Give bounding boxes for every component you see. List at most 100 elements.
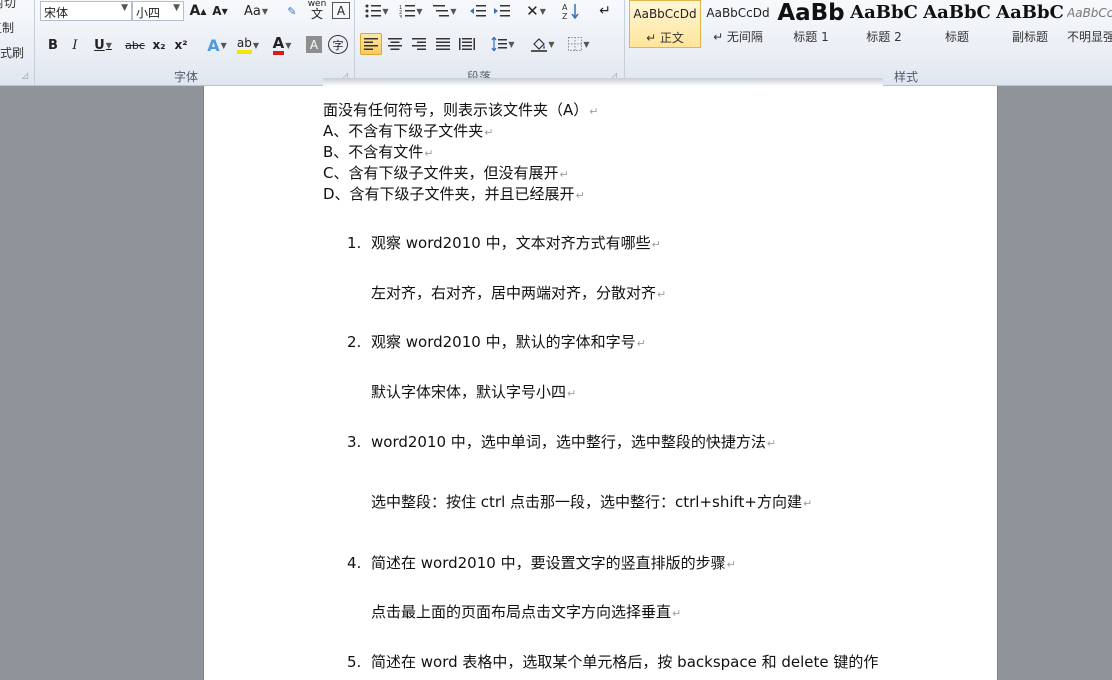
borders-icon (568, 37, 583, 51)
answer-text: 默认字体宋体，默认字号小四↵ (371, 383, 577, 401)
shading-button[interactable]: ▼ (528, 33, 558, 55)
style-preview: AaBbCcDd (633, 7, 697, 21)
question-text: 简述在 word 表格中，选取某个单元格后，按 backspace 和 dele… (371, 653, 879, 671)
text-line: 面没有任何符号，则表示该文件夹（A）↵ (323, 101, 599, 119)
change-case-button[interactable]: Aa ▼ (242, 0, 270, 22)
style-name: 标题 1 (793, 30, 829, 44)
chinese-layout-button[interactable]: ✕ ▼ (522, 0, 550, 22)
enclose-char-button[interactable]: 字 (328, 35, 348, 54)
sort-button[interactable]: AZ (560, 0, 582, 22)
bullets-button[interactable]: ▼ (362, 0, 392, 22)
grow-font-button[interactable]: A ▲ (188, 0, 208, 22)
style-subtle-emphasis[interactable]: AaBbCc 不明显强调 (1067, 0, 1112, 48)
style-preview: AaBbC (850, 2, 918, 23)
style-no-spacing[interactable]: AaBbCcDd ↵ 无间隔 (702, 0, 774, 48)
option-b: B、不含有文件↵ (323, 143, 434, 161)
align-center-button[interactable] (384, 33, 406, 55)
option-c: C、含有下级子文件夹，但没有展开↵ (323, 164, 569, 182)
font-size-combo[interactable]: 小四 ▼ (132, 1, 184, 21)
strikethrough-button[interactable]: abc (124, 34, 146, 56)
style-preview: AaBbCcDd (706, 6, 770, 20)
increase-indent-button[interactable] (492, 0, 512, 22)
decrease-indent-button[interactable] (468, 0, 488, 22)
char-shading-button[interactable]: A (306, 36, 322, 53)
list-number: 4. (347, 554, 362, 572)
clear-format-icon[interactable]: ✎ (282, 0, 302, 22)
bullets-icon (365, 4, 382, 18)
style-name: ↵ 正文 (646, 31, 684, 45)
style-name: 标题 2 (866, 30, 902, 44)
underline-button[interactable]: U ▼ (88, 34, 118, 56)
style-preview: AaBbC (923, 2, 991, 23)
style-title[interactable]: AaBbC 标题 (921, 0, 993, 48)
font-name-combo[interactable]: 宋体 ▼ (40, 1, 132, 21)
bold-button[interactable]: B (44, 34, 62, 56)
cut-button[interactable]: 剪切 (0, 0, 16, 11)
question-text: 观察 word2010 中，文本对齐方式有哪些↵ (371, 234, 661, 252)
svg-text:3: 3 (399, 15, 402, 18)
answer-text: 左对齐，右对齐，居中两端对齐，分散对齐↵ (371, 284, 667, 302)
distribute-icon (459, 38, 475, 50)
styles-group-title: 样式 (894, 70, 919, 84)
show-marks-icon[interactable]: ↵ (596, 0, 614, 22)
separator (354, 0, 355, 84)
borders-button[interactable]: ▼ (564, 33, 594, 55)
multilevel-list-button[interactable]: ▼ (430, 0, 460, 22)
align-right-button[interactable] (408, 33, 430, 55)
separator (624, 0, 625, 84)
format-painter-button[interactable]: 格式刷 (0, 44, 24, 61)
svg-text:A: A (562, 3, 568, 12)
line-spacing-button[interactable]: ▼ (488, 33, 518, 55)
subscript-button[interactable]: x₂ (150, 34, 168, 56)
style-heading-1[interactable]: AaBb 标题 1 (775, 0, 847, 48)
style-heading-2[interactable]: AaBbC 标题 2 (848, 0, 920, 48)
font-color-button[interactable]: A ▼ (268, 34, 296, 56)
style-name: 标题 (944, 30, 969, 44)
chevron-down-icon: ▼ (121, 3, 128, 13)
option-d: D、含有下级子文件夹，并且已经展开↵ (323, 185, 585, 203)
shrink-font-button[interactable]: A ▼ (210, 0, 230, 22)
sort-icon: AZ (562, 3, 579, 20)
phonetic-guide-button[interactable]: wén 文 (306, 0, 328, 20)
text-effects-button[interactable]: A ▼ (204, 34, 230, 56)
superscript-button[interactable]: x² (172, 34, 190, 56)
answer-text: 选中整段：按住 ctrl 点击那一段，选中整行：ctrl+shift+方向建↵ (371, 493, 813, 511)
list-number: 3. (347, 433, 362, 451)
font-group-title: 字体 (174, 70, 199, 84)
svg-text:Z: Z (562, 12, 568, 20)
clipboard-launcher-icon[interactable]: ◿ (22, 71, 28, 80)
styles-gallery: AaBbCcDd ↵ 正文 AaBbCcDd ↵ 无间隔 AaBb 标题 1 A… (629, 0, 1112, 50)
font-name-value: 宋体 (44, 6, 69, 20)
style-subtitle[interactable]: AaBbC 副标题 (994, 0, 1066, 48)
numbering-button[interactable]: 1 2 3 ▼ (396, 0, 426, 22)
style-preview: AaBbCc (1067, 6, 1112, 20)
align-left-icon (364, 38, 378, 50)
question-text: 简述在 word2010 中，要设置文字的竖直排版的步骤↵ (371, 554, 736, 572)
justify-button[interactable] (432, 33, 454, 55)
list-number: 5. (347, 653, 362, 671)
align-center-icon (388, 38, 402, 50)
list-number: 1. (347, 234, 362, 252)
multilevel-list-icon (433, 5, 450, 17)
font-size-value: 小四 (136, 6, 161, 20)
list-number: 2. (347, 333, 362, 351)
copy-button[interactable]: 复制 (0, 19, 14, 36)
document-page[interactable]: 面没有任何符号，则表示该文件夹（A）↵ A、不含有下级子文件夹↵ B、不含有文件… (203, 78, 998, 680)
line-spacing-icon (491, 37, 508, 51)
italic-button[interactable]: I (66, 34, 84, 56)
cut-line (323, 78, 883, 86)
phonetic-sub: 文 (310, 7, 323, 21)
decrease-indent-icon (470, 5, 486, 17)
style-preview: AaBbC (996, 2, 1064, 23)
distribute-button[interactable] (456, 33, 478, 55)
highlight-button[interactable]: ab ▼ (234, 34, 262, 56)
align-left-button[interactable] (360, 33, 382, 55)
style-normal[interactable]: AaBbCcDd ↵ 正文 (629, 0, 701, 48)
separator (34, 0, 35, 84)
style-name: 不明显强调 (1067, 30, 1112, 44)
style-preview: AaBb (777, 0, 845, 26)
char-border-button[interactable]: A (332, 2, 350, 19)
justify-icon (436, 38, 450, 50)
question-text: word2010 中，选中单词，选中整行，选中整段的快捷方法↵ (371, 433, 777, 451)
increase-indent-icon (494, 5, 510, 17)
